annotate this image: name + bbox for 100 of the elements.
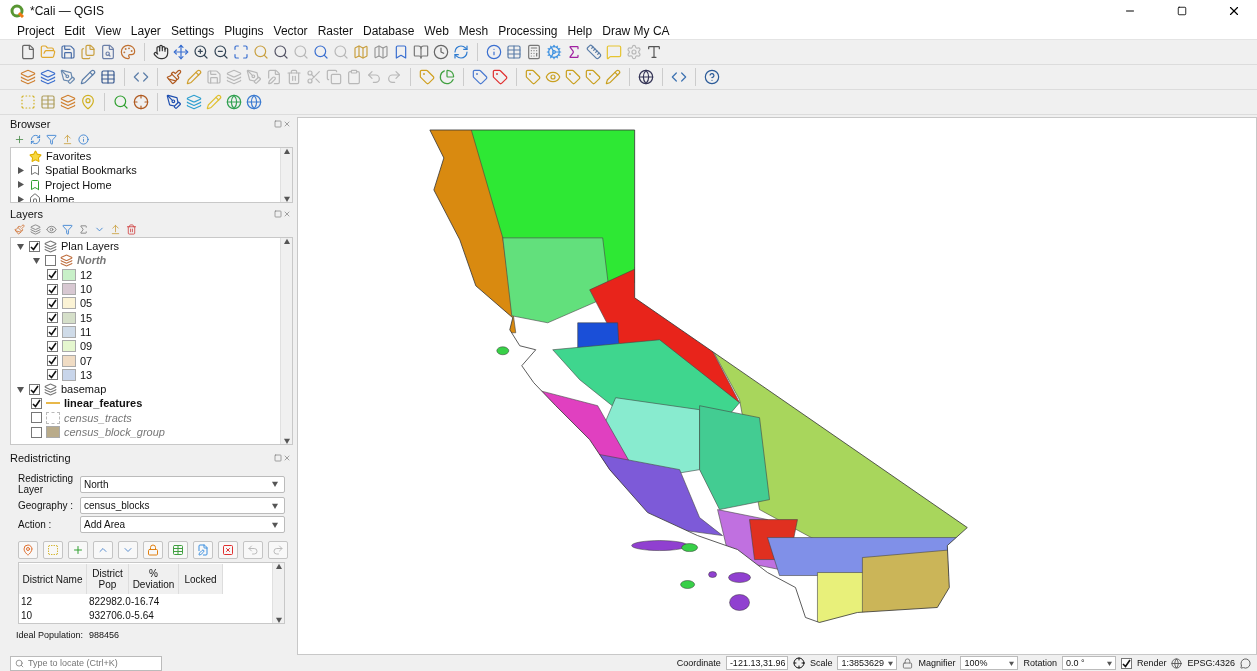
eye-icon[interactable] [46,223,57,235]
layer-checkbox[interactable] [47,269,58,281]
globe-icon[interactable] [638,69,654,85]
edit-button[interactable] [193,541,213,559]
code-icon[interactable] [133,69,149,85]
coordinate-field[interactable]: -121.13,31.96 [725,656,788,670]
label-icon[interactable] [525,69,541,85]
expand-arrow-icon[interactable] [16,242,24,250]
files-icon[interactable] [80,44,96,60]
layer-name[interactable]: 15 [80,311,93,324]
pencil-icon[interactable] [80,69,96,85]
pen-icon[interactable] [166,94,182,110]
layer-checkbox[interactable] [31,412,42,424]
magnifier-field[interactable]: 100% [960,656,1019,670]
refresh-icon[interactable] [453,44,469,60]
layers-icon[interactable] [60,94,76,110]
layer-checkbox[interactable] [47,340,58,352]
layer-name[interactable]: 07 [80,354,93,367]
layer-name[interactable]: census_block_group [64,426,165,438]
delete-button[interactable] [218,541,238,559]
scroll-down-icon[interactable] [283,196,290,202]
layer-checkbox[interactable] [47,312,58,324]
menu-item[interactable]: Vector [268,23,313,38]
menu-item[interactable]: Raster [312,23,358,38]
gear-icon[interactable] [546,44,562,60]
menu-item[interactable]: View [90,23,126,38]
copy-icon[interactable] [326,69,342,85]
expand-arrow-icon[interactable] [32,256,40,264]
layers-icon[interactable] [40,69,56,85]
dropdown[interactable]: Add Area [80,516,285,533]
zoom-out-icon[interactable] [213,44,229,60]
expand-arrow-icon[interactable] [16,181,24,189]
book-icon[interactable] [413,44,429,60]
column-header[interactable]: District Pop [87,564,129,594]
float-icon[interactable] [274,210,282,218]
menu-item[interactable]: Plugins [219,23,269,38]
layer-checkbox[interactable] [47,355,58,366]
label-icon[interactable] [419,69,435,85]
menu-item[interactable]: Layer [125,23,166,38]
crosshair-icon[interactable] [792,657,805,669]
menu-item[interactable]: Settings [165,23,220,38]
layer-checkbox[interactable] [31,397,42,409]
menu-item[interactable]: Help [562,23,598,38]
table-icon[interactable] [506,44,522,60]
crs-label[interactable]: EPSG:4326 [1187,658,1235,668]
dropdown[interactable]: census_blocks [80,497,285,514]
sigma-icon[interactable] [566,44,582,60]
add-icon[interactable] [14,133,25,145]
layer-checkbox[interactable] [47,369,58,381]
map-icon[interactable] [353,44,369,60]
caret-icon[interactable] [272,521,278,528]
menu-item[interactable]: Mesh [453,23,494,38]
caret-icon[interactable] [272,502,278,509]
menu-item[interactable]: Processing [493,23,563,38]
pan-hand-icon[interactable] [153,44,169,60]
layer-name[interactable]: census_tracts [64,411,132,424]
select-button[interactable] [43,541,63,559]
pin-icon[interactable] [80,94,96,110]
palette-icon[interactable] [120,44,136,60]
column-header[interactable]: District Name [19,564,87,594]
menu-item[interactable]: Project [12,23,60,38]
layers-icon[interactable] [20,69,36,85]
pin-button[interactable] [18,541,38,559]
label-icon[interactable] [585,69,601,85]
browser-item[interactable]: Favorites [46,150,92,163]
scale-dropdown[interactable]: 1:3853629 [837,656,898,670]
menu-item[interactable]: Edit [59,23,91,38]
move-down-button[interactable] [118,541,138,559]
layer-checkbox[interactable] [29,383,40,395]
caret-icon[interactable] [888,660,894,666]
label-icon[interactable] [492,69,508,85]
locate-field[interactable]: Type to locate (Ctrl+K) [10,655,162,671]
brush-icon[interactable] [14,223,25,235]
crosshair-icon[interactable] [133,94,149,110]
expand-arrow-icon[interactable] [16,385,24,393]
expand-arrow-icon[interactable] [16,166,24,174]
maximize-icon[interactable] [1177,6,1187,16]
menu-item[interactable]: Database [357,23,420,38]
brush-icon[interactable] [166,69,182,85]
search-icon[interactable] [273,44,289,60]
scrollbar[interactable] [280,238,292,444]
identify-icon[interactable] [486,44,502,60]
layer-checkbox[interactable] [47,283,58,295]
info-icon[interactable] [78,133,89,145]
search-icon[interactable] [313,44,329,60]
expand-arrow-icon[interactable] [16,195,24,202]
message-icon[interactable] [1240,657,1251,669]
layer-checkbox[interactable] [29,240,40,252]
menu-item[interactable]: Draw My CA [597,23,675,38]
layer-name[interactable]: 05 [80,297,93,310]
text-icon[interactable] [646,44,662,60]
file-search-icon[interactable] [100,44,116,60]
layer-checkbox[interactable] [31,426,42,438]
browser-item[interactable]: Project Home [45,178,112,191]
scroll-up-icon[interactable] [283,148,290,154]
layer-name[interactable]: 12 [80,268,93,281]
column-header[interactable]: % Deviation [129,564,179,594]
calculator-icon[interactable] [526,44,542,60]
move-icon[interactable] [173,44,189,60]
dropdown[interactable]: North [80,475,285,493]
